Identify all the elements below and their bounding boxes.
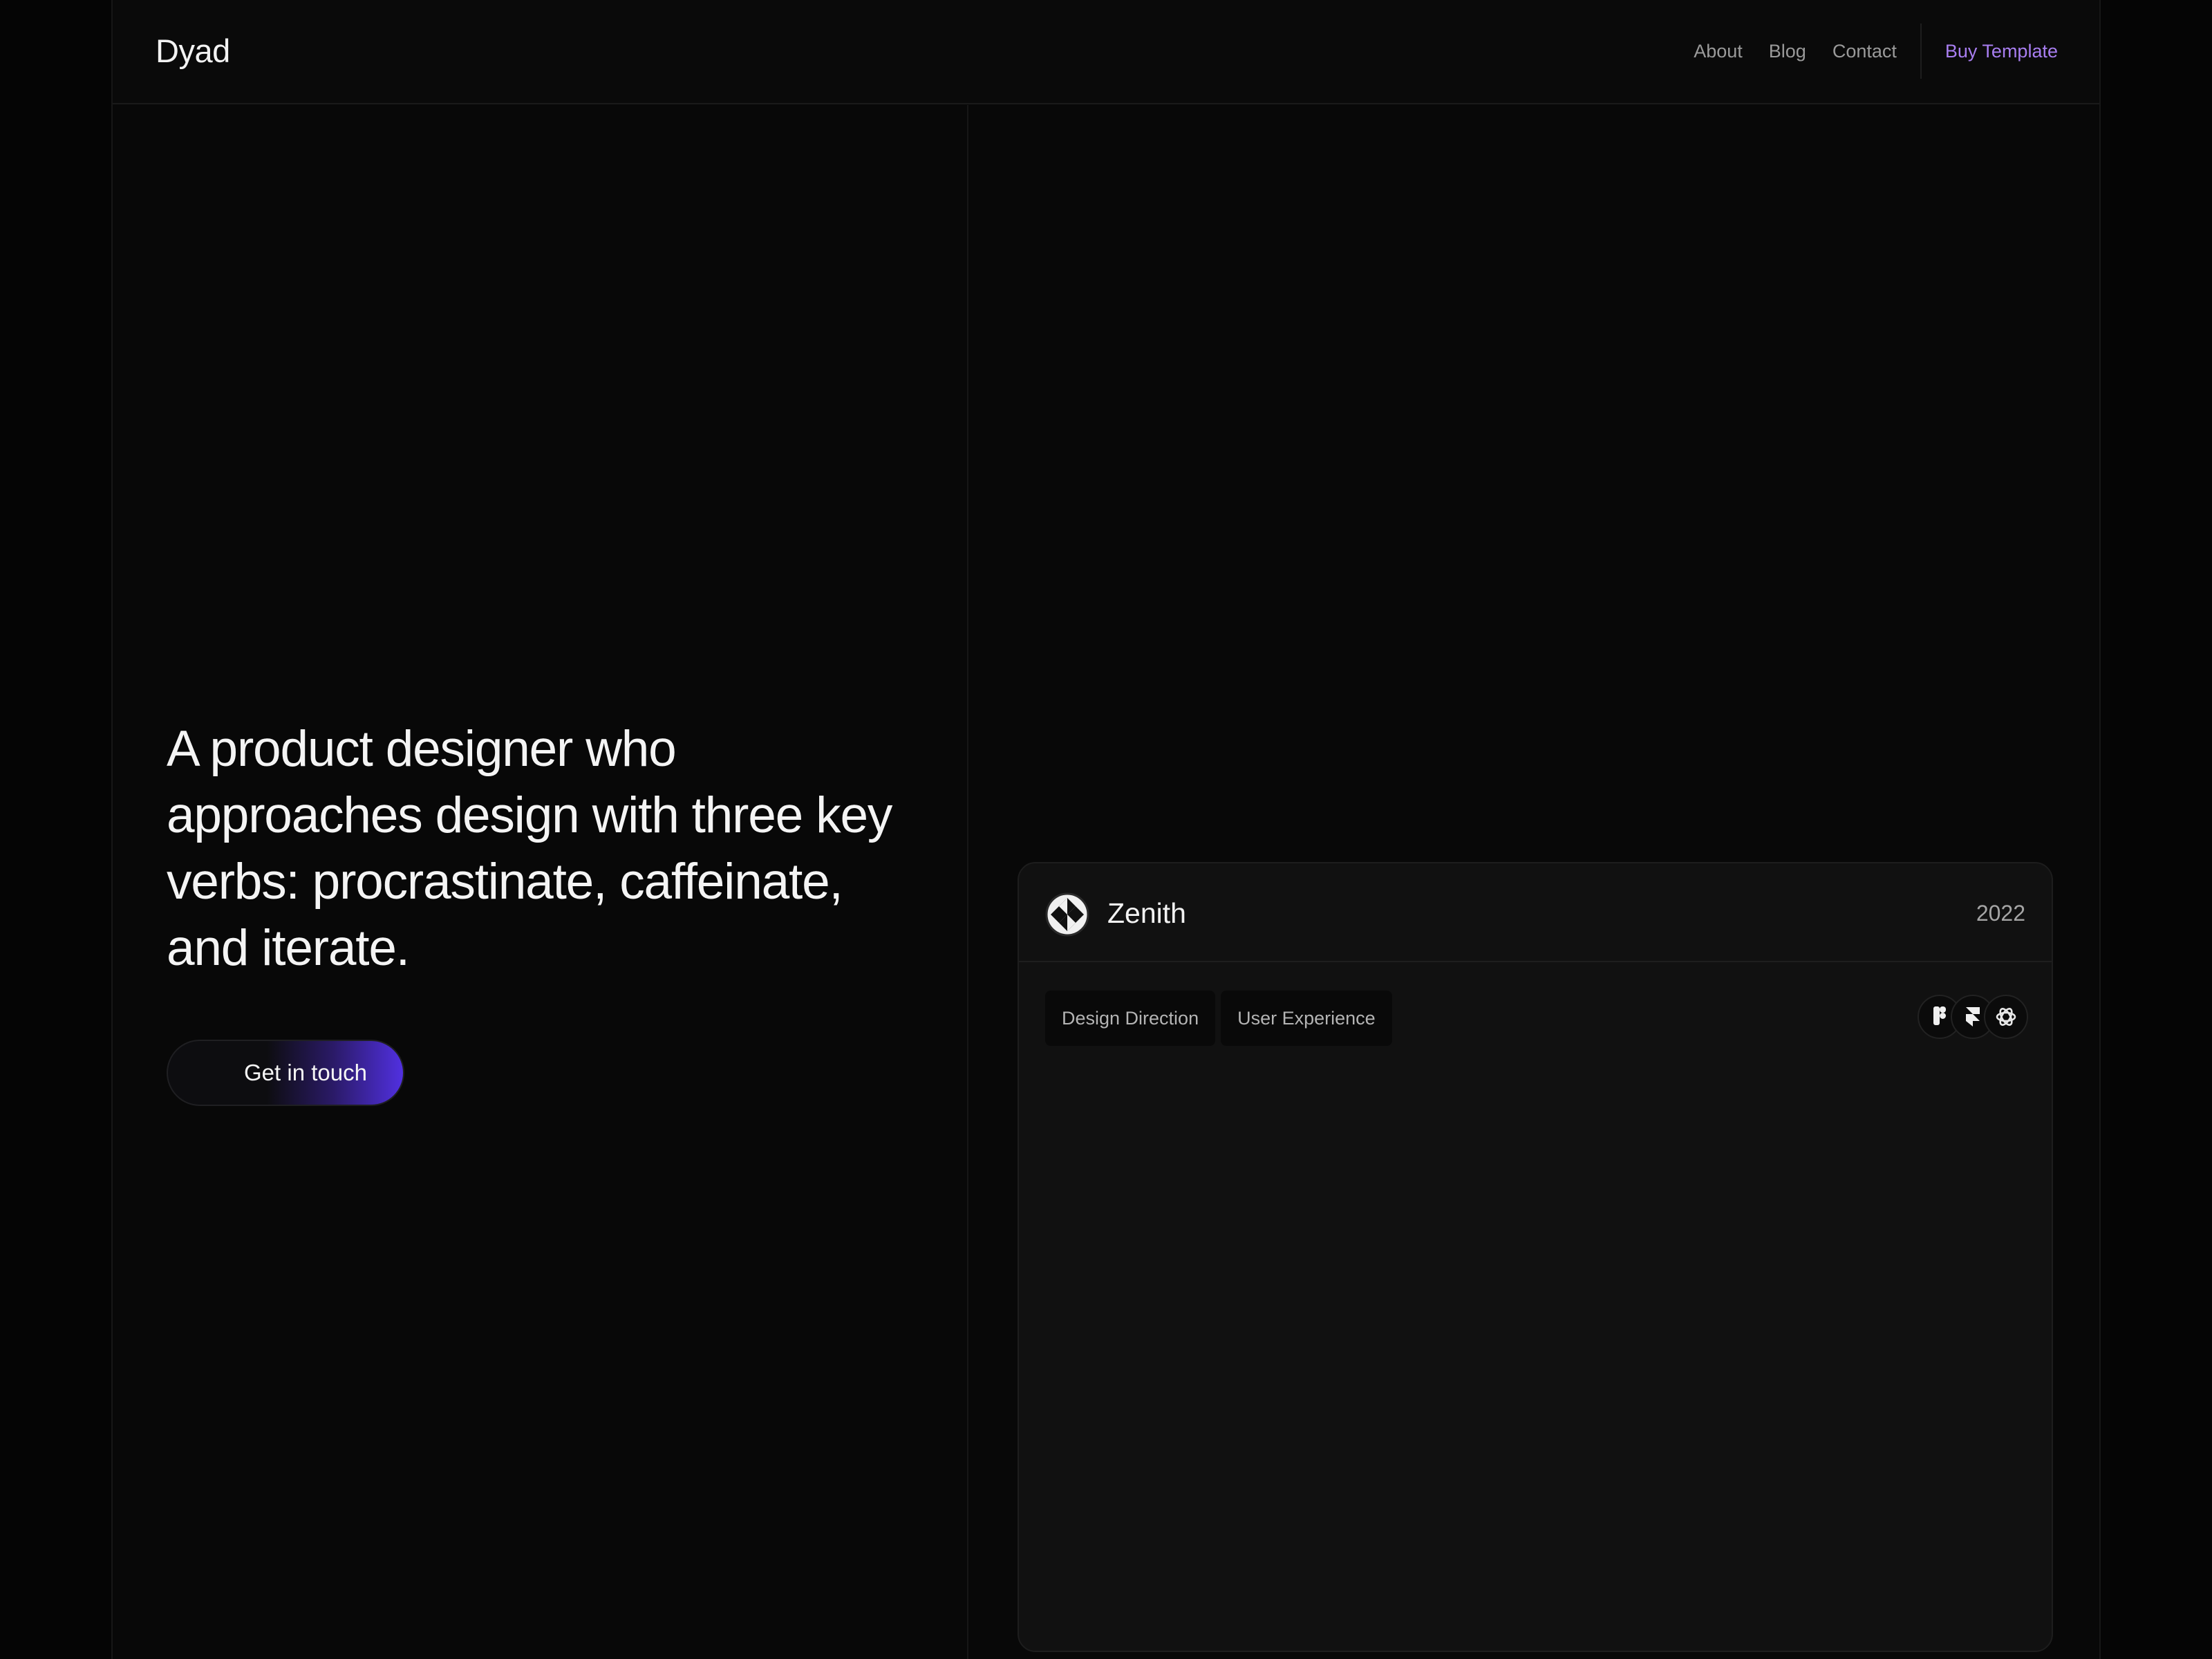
buy-template-link[interactable]: Buy Template	[1945, 41, 2058, 62]
project-card[interactable]: Zenith 2022 Design Direction User Experi…	[1018, 862, 2053, 1652]
column-divider	[967, 105, 968, 1659]
nav-link-blog[interactable]: Blog	[1769, 41, 1806, 62]
openai-icon	[1984, 995, 2028, 1039]
project-year: 2022	[1976, 901, 2025, 926]
project-tools	[1918, 995, 2028, 1039]
project-tags: Design Direction User Experience	[1045, 991, 1398, 1046]
site-header: Dyad About Blog Contact Buy Template	[113, 0, 2099, 104]
nav-link-about[interactable]: About	[1694, 41, 1743, 62]
nav-link-contact[interactable]: Contact	[1833, 41, 1897, 62]
main-nav: About Blog Contact Buy Template	[1667, 22, 2058, 80]
tag-user-experience: User Experience	[1221, 991, 1392, 1046]
zenith-logo-icon	[1045, 892, 1089, 937]
get-in-touch-button[interactable]: Get in touch	[167, 1040, 404, 1106]
project-title: Zenith	[1107, 897, 1186, 929]
project-card-header: Zenith 2022	[1019, 863, 2052, 962]
hero-title: A product designer who approaches design…	[167, 721, 892, 976]
nav-divider	[1920, 24, 1922, 79]
page: Dyad About Blog Contact Buy Template A p…	[111, 0, 2101, 1659]
site-logo[interactable]: Dyad	[156, 29, 230, 73]
tag-design-direction: Design Direction	[1045, 991, 1216, 1046]
